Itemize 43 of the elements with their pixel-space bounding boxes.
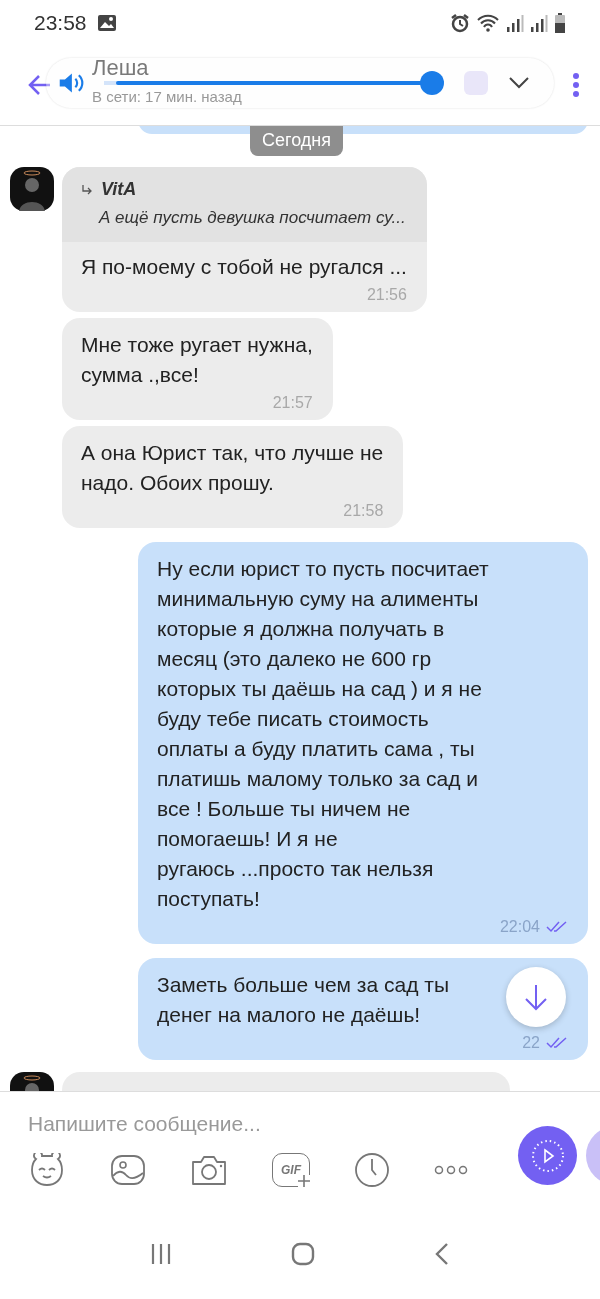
message-time: 22:04	[499, 918, 540, 936]
reply-arrow-icon	[81, 183, 93, 196]
wifi-icon	[476, 12, 500, 33]
message-text: А она Юрист так, что лучше не надо. Обоих прошу.	[81, 440, 384, 496]
more-icon[interactable]	[434, 1164, 468, 1176]
camera-icon[interactable]	[190, 1153, 228, 1187]
quote-author: VitA	[101, 179, 137, 200]
speaker-icon[interactable]	[58, 71, 84, 95]
battery-icon	[554, 12, 566, 33]
arrow-down-icon	[523, 983, 549, 1011]
message-text: Мне тоже ругает нужна, сумма .,все!	[81, 332, 313, 388]
double-check-icon	[546, 921, 568, 933]
message-text: Ну если юрист то пусть посчитает минимальную суму на алименты которые я должна получать в месяц (это далеко не 600 гр которых ты даёшь на сад ) и я не буду тебе писать стоимость оплаты а буду платить сама , ты платишь малому только за сад и все ! Больше ты ничем не помогаешь! И я не ругаюсь ...просто так нельзя поступать!	[157, 556, 489, 912]
message-time: 21:57	[272, 394, 313, 412]
message-input[interactable]: Напишите сообщение...	[28, 1112, 408, 1136]
status-time: 23:58	[34, 10, 87, 35]
message-time: 21:58	[343, 502, 384, 520]
recent-apps-icon[interactable]	[149, 1243, 172, 1265]
double-check-icon	[546, 1037, 568, 1049]
image-icon	[96, 13, 117, 32]
quote-text: А ещё пусть девушка посчитает су...	[97, 208, 407, 228]
back-icon[interactable]	[434, 1242, 451, 1266]
avatar[interactable]	[10, 167, 54, 211]
signal-icon	[506, 12, 524, 33]
gif-button[interactable]: GIF	[272, 1153, 310, 1187]
last-seen-status: В сети: 17 мин. назад	[92, 87, 242, 105]
chevron-down-icon[interactable]	[508, 76, 530, 90]
clock-icon[interactable]	[354, 1152, 390, 1188]
message-time: 21:56	[366, 286, 407, 304]
gallery-icon[interactable]	[110, 1154, 146, 1186]
home-icon[interactable]	[291, 1242, 315, 1266]
signal-icon	[530, 12, 548, 33]
message-time: 22	[522, 1034, 540, 1052]
message-text: Заметь больше чем за сад ты денег на малого не даёшь!	[157, 972, 449, 1028]
contact-name: Леша	[92, 55, 149, 80]
alarm-icon	[450, 12, 470, 33]
play-icon	[530, 1138, 565, 1173]
bear-face-icon[interactable]	[28, 1153, 66, 1187]
message-text: Я по-моему с тобой не ругался ...	[81, 254, 407, 280]
date-chip: Сегодня	[250, 126, 343, 156]
more-options-icon[interactable]	[572, 72, 580, 98]
square-icon	[464, 71, 488, 95]
back-arrow-icon[interactable]	[28, 74, 52, 96]
